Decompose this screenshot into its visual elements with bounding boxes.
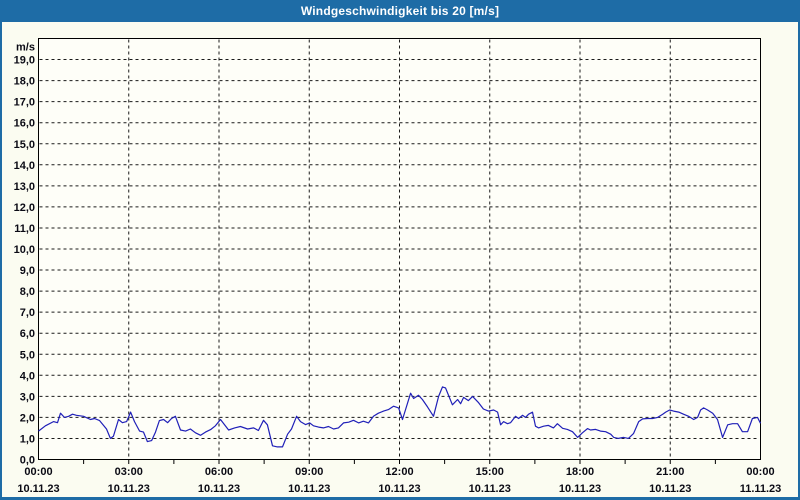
wind-speed-chart: 0,0 1,0 2,0 3,0 4,0 5,0 6,0 7,0 8,0 9,0 10,0 11,0 12… — [14, 38, 781, 495]
svg-text:15:00: 15:00 — [476, 466, 504, 478]
svg-text:6,0: 6,0 — [20, 328, 35, 340]
x-axis-ticks — [83, 459, 716, 464]
svg-text:00:00: 00:00 — [24, 466, 52, 478]
svg-text:06:00: 06:00 — [205, 466, 233, 478]
svg-text:00:00: 00:00 — [746, 466, 774, 478]
y-axis-labels: 0,0 1,0 2,0 3,0 4,0 5,0 6,0 7,0 8,0 9,0 10,0 11,0 12… — [14, 42, 35, 467]
svg-text:7,0: 7,0 — [20, 307, 35, 319]
svg-text:12,0: 12,0 — [14, 202, 35, 214]
svg-text:10.11.23: 10.11.23 — [378, 483, 420, 495]
y-axis-unit: m/s — [16, 42, 35, 54]
svg-text:3,0: 3,0 — [20, 391, 35, 403]
svg-text:03:00: 03:00 — [115, 466, 143, 478]
svg-text:2,0: 2,0 — [20, 412, 35, 424]
chart-window: Windgeschwindigkeit bis 20 [m/s] 0,0 1,0 2… — [0, 0, 800, 500]
svg-text:10.11.23: 10.11.23 — [17, 483, 59, 495]
svg-text:13,0: 13,0 — [14, 181, 35, 193]
svg-text:18,0: 18,0 — [14, 76, 35, 88]
svg-text:10.11.23: 10.11.23 — [559, 483, 601, 495]
svg-text:10.11.23: 10.11.23 — [288, 483, 330, 495]
svg-text:18:00: 18:00 — [566, 466, 594, 478]
svg-text:09:00: 09:00 — [295, 466, 323, 478]
svg-text:10,0: 10,0 — [14, 244, 35, 256]
svg-text:10.11.23: 10.11.23 — [108, 483, 150, 495]
svg-text:16,0: 16,0 — [14, 118, 35, 130]
svg-text:8,0: 8,0 — [20, 286, 35, 298]
svg-text:9,0: 9,0 — [20, 265, 35, 277]
svg-text:11.11.23: 11.11.23 — [740, 483, 782, 495]
svg-text:15,0: 15,0 — [14, 139, 35, 151]
svg-text:21:00: 21:00 — [656, 466, 684, 478]
svg-text:10.11.23: 10.11.23 — [469, 483, 511, 495]
svg-text:5,0: 5,0 — [20, 349, 35, 361]
svg-text:11,0: 11,0 — [14, 223, 35, 235]
svg-text:10.11.23: 10.11.23 — [649, 483, 691, 495]
svg-text:19,0: 19,0 — [14, 55, 35, 67]
svg-text:17,0: 17,0 — [14, 97, 35, 109]
x-axis-labels: 00:00 10.11.23 03:00 10.11.23 06:00 10.11.23 0… — [17, 466, 781, 495]
svg-text:1,0: 1,0 — [20, 433, 35, 445]
svg-text:10.11.23: 10.11.23 — [198, 483, 240, 495]
svg-text:14,0: 14,0 — [14, 160, 35, 172]
svg-text:4,0: 4,0 — [20, 370, 35, 382]
svg-text:12:00: 12:00 — [385, 466, 413, 478]
svg-text:0,0: 0,0 — [20, 455, 35, 467]
